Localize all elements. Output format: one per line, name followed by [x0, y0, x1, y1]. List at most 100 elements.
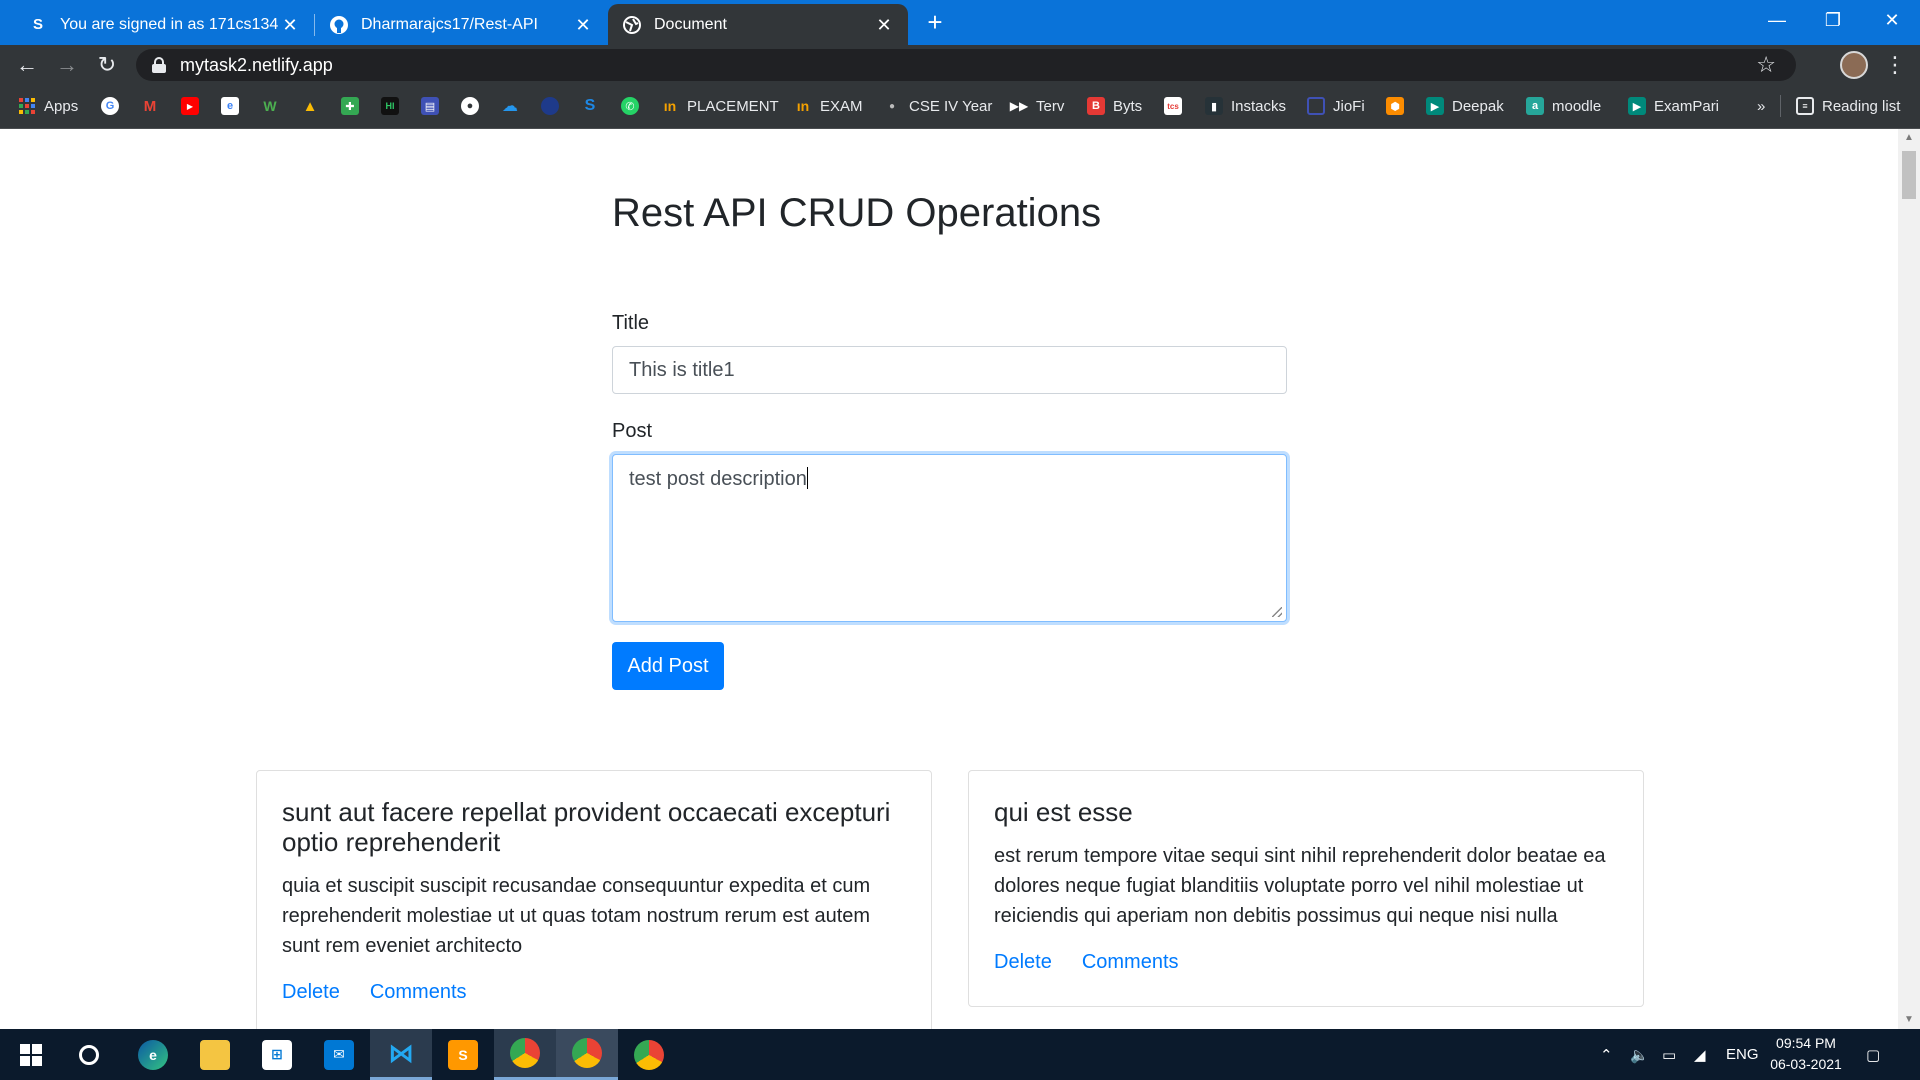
- close-icon[interactable]: ✕: [573, 15, 593, 35]
- bookmark-maps[interactable]: ✚: [341, 94, 359, 118]
- gmail-icon: M: [143, 97, 157, 115]
- vscode-icon: ⋈: [388, 1037, 414, 1068]
- bookmark-moodle[interactable]: a moodle: [1526, 94, 1601, 118]
- post-textarea[interactable]: test post description: [612, 454, 1287, 622]
- bookmark-cse-iv-year[interactable]: ● CSE IV Year: [883, 94, 992, 118]
- bookmark-github[interactable]: ●: [461, 94, 479, 118]
- taskbar-chrome-1[interactable]: [494, 1029, 556, 1080]
- bookmark-label: EXAM: [820, 97, 863, 115]
- github-icon: ●: [461, 97, 479, 115]
- bookmark-google[interactable]: G: [101, 94, 119, 118]
- page-scrollbar[interactable]: ▲ ▼: [1898, 129, 1920, 1029]
- close-window-button[interactable]: ✕: [1864, 0, 1920, 40]
- language-indicator[interactable]: ENG: [1726, 1029, 1759, 1080]
- address-bar[interactable]: mytask2.netlify.app ☆: [136, 49, 1796, 81]
- calendar-icon: ▤: [421, 97, 439, 115]
- tab-document[interactable]: Document ✕: [608, 4, 908, 45]
- comments-link[interactable]: Comments: [370, 981, 467, 1004]
- tab-github[interactable]: Dharmarajcs17/Rest-API ✕: [315, 4, 607, 45]
- close-icon[interactable]: ✕: [280, 15, 300, 35]
- post-textarea-value: test post description: [629, 468, 807, 490]
- bookmark-s[interactable]: S: [581, 94, 599, 118]
- taskbar-vscode[interactable]: ⋈: [370, 1029, 432, 1080]
- bookmark-calendar[interactable]: ▤: [421, 94, 439, 118]
- bookmark-dot[interactable]: [541, 94, 559, 118]
- volume-icon[interactable]: 🔈: [1630, 1029, 1649, 1080]
- minimize-button[interactable]: —: [1749, 0, 1805, 40]
- bookmark-box[interactable]: ⬢: [1386, 94, 1404, 118]
- resize-handle-icon[interactable]: [1272, 607, 1282, 617]
- edge-icon: e: [138, 1039, 168, 1070]
- bookmark-drive[interactable]: ▲: [301, 94, 319, 118]
- bookmark-label: Apps: [44, 97, 79, 115]
- taskbar-file-explorer[interactable]: [184, 1029, 246, 1080]
- bookmark-hackerrank[interactable]: HI: [381, 94, 399, 118]
- docker-icon: ☁: [502, 98, 518, 115]
- bookmark-jiofi[interactable]: JioFi: [1307, 94, 1365, 118]
- bookmark-placement[interactable]: ın PLACEMENT: [661, 94, 779, 118]
- more-bookmarks-button[interactable]: »: [1757, 94, 1765, 118]
- comments-link[interactable]: Comments: [1082, 951, 1179, 974]
- bookmark-docker[interactable]: ☁: [501, 94, 519, 118]
- taskbar-sublime[interactable]: S: [432, 1029, 494, 1080]
- back-arrow-icon[interactable]: ←: [11, 49, 43, 81]
- bookmark-byts[interactable]: B Byts: [1087, 94, 1142, 118]
- s-favicon-icon: S: [32, 16, 43, 33]
- bookmark-whatsapp[interactable]: ✆: [621, 94, 639, 118]
- notifications-icon[interactable]: ▢: [1866, 1029, 1880, 1080]
- tray-chevron-icon[interactable]: ⌃: [1600, 1029, 1613, 1080]
- bookmark-deepak[interactable]: ▶ Deepak: [1426, 94, 1504, 118]
- bookmark-star-icon[interactable]: ☆: [1756, 52, 1776, 78]
- more-bookmarks-label: »: [1757, 97, 1766, 115]
- scrollbar-thumb[interactable]: [1902, 151, 1916, 199]
- taskbar-chrome-2[interactable]: [556, 1029, 618, 1080]
- cortana-circle-icon: [79, 1044, 99, 1065]
- delete-link[interactable]: Delete: [282, 981, 340, 1004]
- bookmark-tcs[interactable]: tcs: [1164, 94, 1182, 118]
- taskbar-mail[interactable]: ✉: [308, 1029, 370, 1080]
- cortana-button[interactable]: [58, 1029, 120, 1080]
- menu-kebab-icon[interactable]: ⋮: [1884, 50, 1906, 80]
- new-tab-button[interactable]: +: [920, 8, 950, 38]
- bookmark-w[interactable]: W: [261, 94, 279, 118]
- bookmark-label: JioFi: [1333, 97, 1365, 115]
- bookmark-exampari[interactable]: ▶ ExamPari: [1628, 94, 1719, 118]
- bookmark-label: moodle: [1552, 97, 1602, 115]
- bookmarks-bar: Apps G M ▶ e W ▲ ✚ HI ▤ ● ☁ S ✆ ın PLACEM…: [0, 85, 1920, 129]
- bookmark-instacks[interactable]: ▮ Instacks: [1205, 94, 1286, 118]
- scroll-up-arrow-icon[interactable]: ▲: [1898, 129, 1920, 147]
- reading-list-button[interactable]: ≡ Reading list: [1796, 94, 1900, 118]
- taskbar-chrome-3[interactable]: [618, 1029, 680, 1080]
- bookmark-youtube[interactable]: ▶: [181, 94, 199, 118]
- taskbar-store[interactable]: ⊞: [246, 1029, 308, 1080]
- taskbar-edge[interactable]: e: [122, 1029, 184, 1080]
- title-input-value: This is title1: [629, 359, 735, 381]
- bookmark-gmail[interactable]: M: [141, 94, 159, 118]
- clock-time: 09:54 PM: [1776, 1035, 1836, 1051]
- delete-link[interactable]: Delete: [994, 951, 1052, 974]
- wifi-icon[interactable]: ◢: [1694, 1029, 1706, 1080]
- close-icon[interactable]: ✕: [874, 15, 894, 35]
- bookmark-terv[interactable]: ▶▶ Terv: [1010, 94, 1065, 118]
- chrome-icon: [572, 1038, 602, 1068]
- tab-title: Dharmarajcs17/Rest-API: [361, 15, 538, 33]
- exam-icon: ın: [796, 98, 810, 114]
- battery-icon[interactable]: ▭: [1662, 1029, 1676, 1080]
- scroll-down-arrow-icon[interactable]: ▼: [1898, 1011, 1920, 1029]
- chrome-icon: [634, 1039, 664, 1070]
- restore-button[interactable]: ❐: [1805, 0, 1861, 40]
- system-clock[interactable]: 09:54 PM 06-03-2021: [1766, 1033, 1846, 1075]
- title-input[interactable]: This is title1: [612, 346, 1287, 394]
- start-button[interactable]: [0, 1029, 62, 1080]
- mail-icon: ✉: [324, 1039, 354, 1070]
- drive-icon: ▲: [302, 97, 318, 115]
- forward-arrow-icon[interactable]: →: [51, 49, 83, 81]
- bookmark-label: ExamPari: [1654, 97, 1720, 115]
- add-post-button[interactable]: Add Post: [612, 642, 724, 690]
- profile-avatar[interactable]: [1840, 51, 1868, 79]
- bookmark-exam[interactable]: ın EXAM: [794, 94, 863, 118]
- bookmark-apps[interactable]: Apps: [18, 94, 78, 118]
- tab-signed-in[interactable]: S You are signed in as 171cs134 ✕: [14, 4, 314, 45]
- bookmark-editor[interactable]: e: [221, 94, 239, 118]
- reload-icon[interactable]: ↻: [91, 49, 123, 81]
